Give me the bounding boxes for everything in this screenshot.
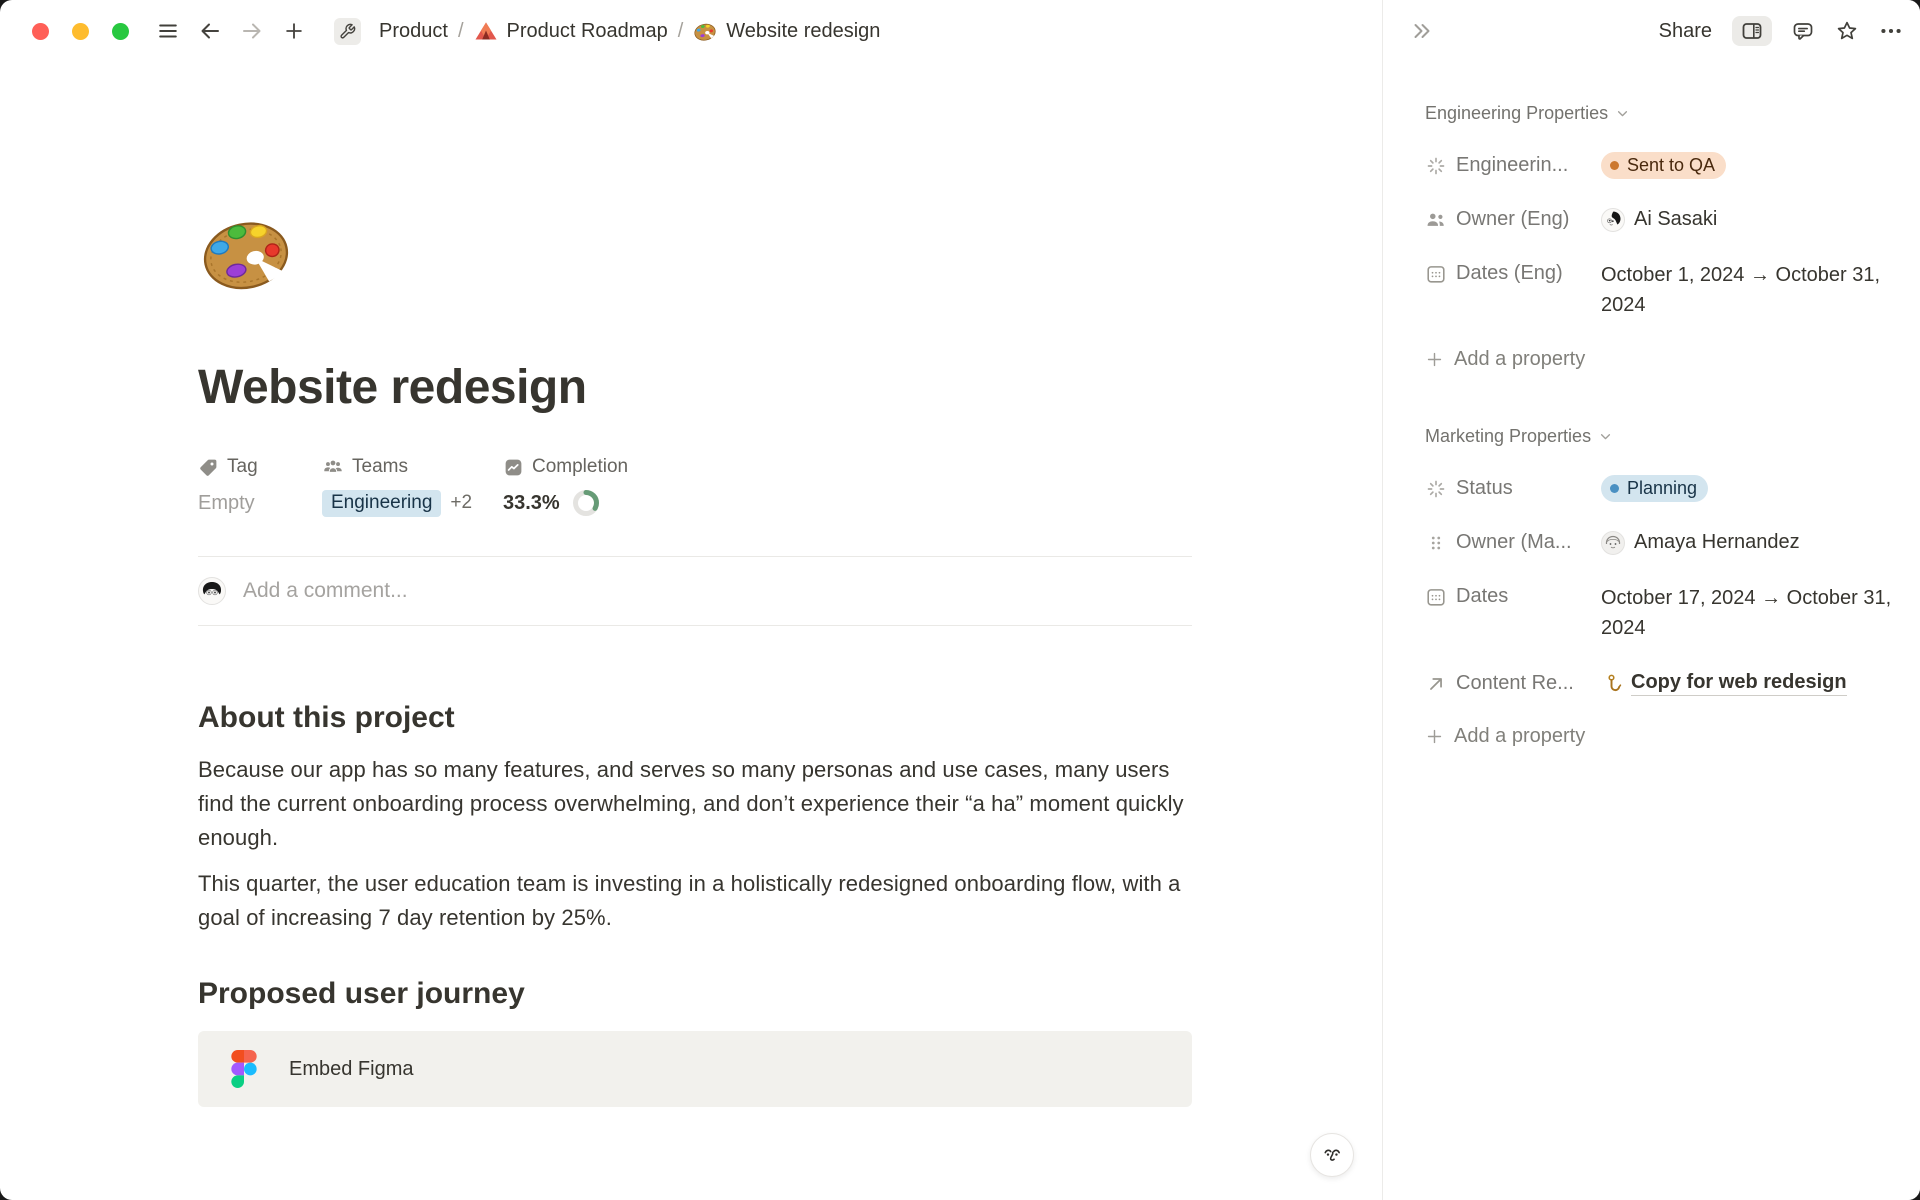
divider <box>198 625 1192 626</box>
ai-sasaki-avatar <box>1601 208 1625 232</box>
more-icon[interactable] <box>1878 18 1904 44</box>
chevron-down-icon <box>1614 105 1631 122</box>
status-pill[interactable]: Sent to QA <box>1601 152 1726 179</box>
collapse-panel-icon[interactable] <box>1409 18 1435 44</box>
section-marketing-properties[interactable]: Marketing Properties <box>1425 424 1920 448</box>
chevron-down-icon <box>1597 428 1614 445</box>
breadcrumb-label: Product <box>379 20 448 43</box>
main-topbar: Product / Product Roadmap / Website rede… <box>0 0 1382 62</box>
property-row-owner-eng[interactable]: Owner (Eng) Ai Sasaki <box>1425 206 1920 233</box>
property-tag[interactable]: Tag Empty <box>198 455 322 518</box>
about-paragraph-1[interactable]: Because our app has so many features, an… <box>198 753 1192 855</box>
date-range[interactable]: October 1, 2024 → October 31, 2024 <box>1601 260 1895 320</box>
toggle-side-panel-icon[interactable] <box>1732 16 1772 46</box>
team-tag[interactable]: Engineering <box>322 490 441 517</box>
status-pill[interactable]: Planning <box>1601 475 1708 502</box>
arrow-up-right-icon <box>1425 673 1447 695</box>
property-row-dates-eng[interactable]: Dates (Eng) October 1, 2024 → October 31… <box>1425 260 1920 320</box>
main-pane: Product / Product Roadmap / Website rede… <box>0 0 1382 1200</box>
page-title[interactable]: Website redesign <box>198 359 1192 417</box>
inline-properties: Tag Empty Teams Engineering +2 <box>198 455 1192 518</box>
plus-icon <box>1425 727 1444 746</box>
comment-input[interactable]: Add a comment... <box>243 579 408 603</box>
breadcrumb-website-redesign[interactable]: Website redesign <box>693 19 880 43</box>
comments-icon[interactable] <box>1790 18 1816 44</box>
property-label: Teams <box>352 456 408 478</box>
property-completion[interactable]: Completion 33.3% <box>503 455 628 518</box>
star-icon[interactable] <box>1834 18 1860 44</box>
person-name[interactable]: Ai Sasaki <box>1634 208 1717 231</box>
property-row-engineering-status[interactable]: Engineerin... Sent to QA <box>1425 152 1920 179</box>
share-button[interactable]: Share <box>1659 20 1712 43</box>
journey-heading[interactable]: Proposed user journey <box>198 975 1192 1013</box>
forward-icon[interactable] <box>240 19 264 43</box>
wrench-icon <box>334 18 361 45</box>
calendar-icon <box>1425 263 1447 285</box>
date-range[interactable]: October 17, 2024 → October 31, 2024 <box>1601 583 1895 643</box>
status-dot <box>1610 161 1619 170</box>
page-palette-icon[interactable] <box>198 203 294 299</box>
amaya-hernandez-avatar <box>1601 531 1625 555</box>
figma-logo-icon <box>231 1050 257 1088</box>
property-teams[interactable]: Teams Engineering +2 <box>322 455 503 518</box>
embed-figma-block[interactable]: Embed Figma <box>198 1031 1192 1107</box>
property-label: Completion <box>532 456 628 478</box>
teams-icon <box>322 456 344 478</box>
property-row-content-re[interactable]: Content Re... Copy for web redesign <box>1425 670 1920 697</box>
breadcrumb-product-roadmap[interactable]: Product Roadmap <box>474 19 668 43</box>
team-extra-count[interactable]: +2 <box>450 492 472 514</box>
calendar-icon <box>1425 586 1447 608</box>
window-controls <box>32 23 129 40</box>
section-engineering-properties[interactable]: Engineering Properties <box>1425 101 1920 125</box>
about-paragraph-2[interactable]: This quarter, the user education team is… <box>198 867 1192 935</box>
drag-handle-icon[interactable] <box>1425 532 1447 554</box>
side-panel-topbar: Share <box>1383 0 1920 62</box>
property-row-dates[interactable]: Dates October 17, 2024 → October 31, 202… <box>1425 583 1920 643</box>
breadcrumb-label: Website redesign <box>726 20 880 43</box>
side-panel-body: Engineering Properties Engineerin... Sen… <box>1383 101 1920 750</box>
breadcrumb-separator: / <box>458 20 464 43</box>
completion-ring <box>572 489 600 517</box>
status-spinner-icon <box>1425 155 1447 177</box>
ai-face-icon <box>1319 1142 1345 1168</box>
chart-icon <box>503 457 524 478</box>
plus-icon <box>1425 350 1444 369</box>
add-property-button[interactable]: Add a property <box>1425 346 1920 373</box>
comment-row: Add a comment... <box>198 557 1192 625</box>
property-label: Tag <box>227 456 258 478</box>
person-name[interactable]: Amaya Hernandez <box>1634 531 1800 554</box>
notion-window: Product / Product Roadmap / Website rede… <box>0 0 1920 1200</box>
back-icon[interactable] <box>198 19 222 43</box>
people-icon <box>1425 209 1447 231</box>
completion-value: 33.3% <box>503 492 560 515</box>
minimize-button[interactable] <box>72 23 89 40</box>
property-row-status[interactable]: Status Planning <box>1425 475 1920 502</box>
hook-icon <box>1601 673 1622 694</box>
user-avatar <box>198 577 226 605</box>
embed-figma-label: Embed Figma <box>289 1058 414 1081</box>
sidebar-menu-icon[interactable] <box>156 19 180 43</box>
content-request-link[interactable]: Copy for web redesign <box>1631 671 1847 696</box>
about-heading[interactable]: About this project <box>198 699 1192 737</box>
breadcrumb-label: Product Roadmap <box>507 20 668 43</box>
property-row-owner-ma[interactable]: Owner (Ma... Amaya Hernandez <box>1425 529 1920 556</box>
side-panel: Share Engineering Properties <box>1382 0 1920 1200</box>
page-content: Website redesign Tag Empty Teams Engin <box>198 203 1192 1107</box>
breadcrumb-product[interactable]: Product <box>334 18 448 45</box>
status-dot <box>1610 484 1619 493</box>
status-spinner-icon <box>1425 478 1447 500</box>
tent-icon <box>474 19 498 43</box>
zoom-button[interactable] <box>112 23 129 40</box>
property-value[interactable]: Empty <box>198 492 255 515</box>
close-button[interactable] <box>32 23 49 40</box>
add-property-button[interactable]: Add a property <box>1425 723 1920 750</box>
notion-ai-button[interactable] <box>1310 1133 1354 1177</box>
breadcrumb-separator: / <box>678 20 684 43</box>
breadcrumb: Product / Product Roadmap / Website rede… <box>334 18 880 45</box>
new-page-icon[interactable] <box>282 19 306 43</box>
tag-icon <box>198 457 219 478</box>
palette-icon <box>693 19 717 43</box>
